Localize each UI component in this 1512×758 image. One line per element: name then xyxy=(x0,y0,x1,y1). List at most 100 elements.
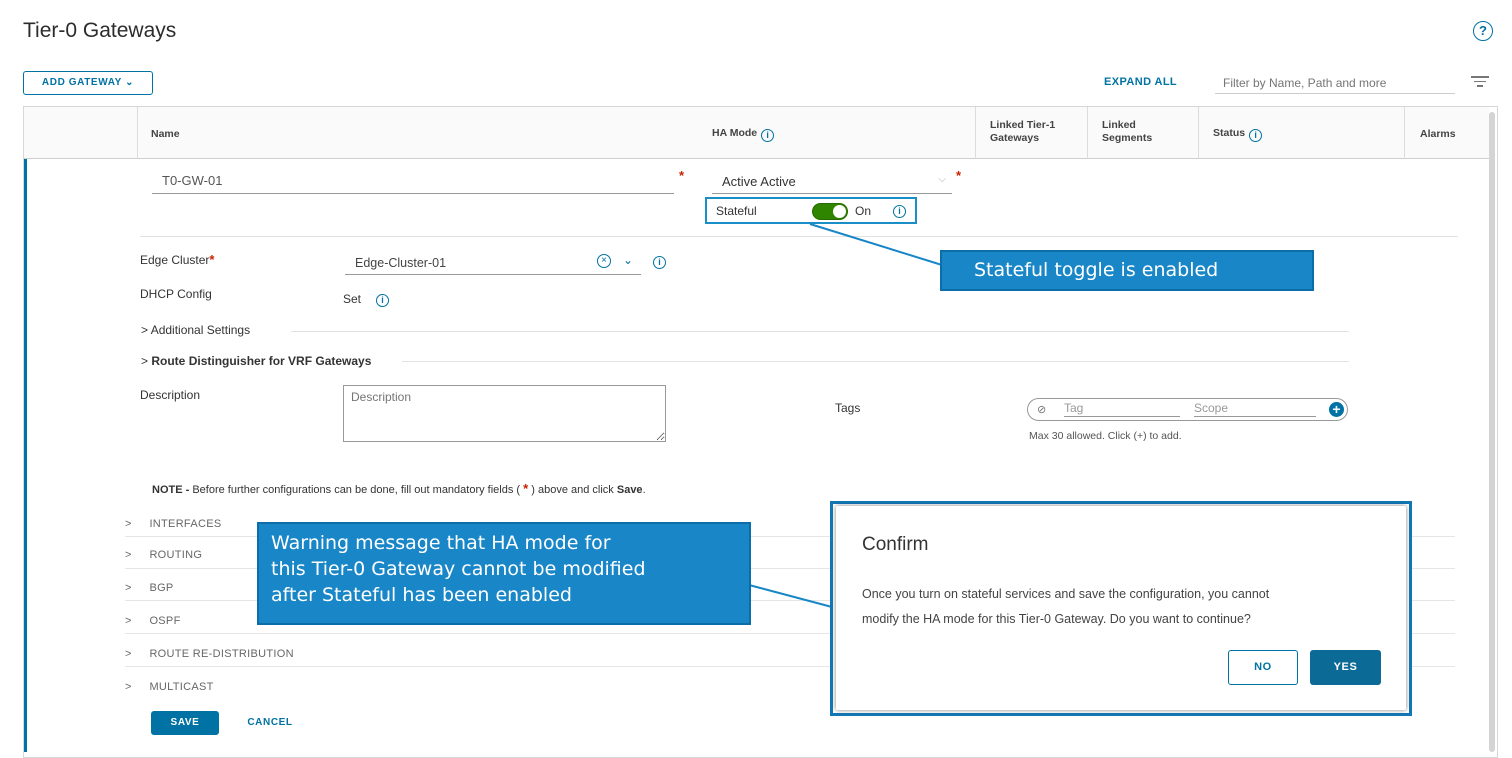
mandatory-note: NOTE - Before further configurations can… xyxy=(152,481,646,496)
edge-cluster-label-text: Edge Cluster xyxy=(140,253,210,267)
section-interfaces[interactable]: > INTERFACES xyxy=(125,514,222,532)
clear-icon[interactable]: × xyxy=(597,254,611,268)
section-label: INTERFACES xyxy=(149,518,222,530)
description-label: Description xyxy=(140,388,201,402)
help-icon[interactable]: ? xyxy=(1473,21,1493,41)
note-prefix: NOTE - xyxy=(152,484,190,496)
dialog-body-line: modify the HA mode for this Tier-0 Gatew… xyxy=(862,612,1251,626)
required-marker: * xyxy=(209,252,215,267)
confirm-dialog: Confirm Once you turn on stateful servic… xyxy=(836,506,1406,710)
section-ospf[interactable]: > OSPF xyxy=(125,611,181,629)
chevron-right-icon: > xyxy=(125,582,132,594)
section-label: ROUTING xyxy=(149,549,203,561)
required-marker: * xyxy=(679,168,685,183)
page-title: Tier-0 Gateways xyxy=(23,19,177,42)
column-ha-mode[interactable]: HA Mode i xyxy=(712,127,775,142)
toggle-knob xyxy=(833,205,846,218)
edge-cluster-select[interactable]: Edge-Cluster-01 × ⌄ xyxy=(345,249,641,275)
dialog-body-line: Once you turn on stateful services and s… xyxy=(862,587,1270,601)
chevron-right-icon: > xyxy=(125,615,132,627)
section-multicast[interactable]: > MULTICAST xyxy=(125,677,214,695)
chevron-down-icon[interactable]: ⌄ xyxy=(623,253,633,267)
info-icon[interactable]: i xyxy=(376,294,389,307)
chevron-right-icon: > xyxy=(125,549,132,561)
note-text: Before further configurations can be don… xyxy=(189,484,524,496)
expand-all-link[interactable]: EXPAND ALL xyxy=(1104,76,1177,88)
tags-input[interactable]: ⊘ Tag Scope + xyxy=(1027,398,1348,421)
section-label: OSPF xyxy=(149,615,181,627)
section-divider xyxy=(291,331,1349,332)
no-button[interactable]: NO xyxy=(1228,650,1298,685)
route-distinguisher-toggle[interactable]: > Route Distinguisher for VRF Gateways xyxy=(141,354,371,368)
column-linked-segments-line2: Segments xyxy=(1102,132,1153,144)
column-linked-tier1-line2: Gateways xyxy=(990,132,1040,144)
stateful-highlight: Stateful On i xyxy=(705,197,917,224)
chevron-down-icon: ⌵ xyxy=(938,174,946,185)
note-save: Save xyxy=(616,484,643,496)
note-text-2: ) above and click xyxy=(528,484,617,496)
description-input[interactable] xyxy=(343,385,666,442)
info-icon[interactable]: i xyxy=(653,256,666,269)
column-ha-mode-label: HA Mode xyxy=(712,127,758,139)
dhcp-config-value[interactable]: Set xyxy=(343,292,361,306)
add-tag-icon[interactable]: + xyxy=(1329,402,1344,417)
stateful-callout: Stateful toggle is enabled xyxy=(940,250,1314,291)
warning-callout: Warning message that HA mode for this Ti… xyxy=(257,522,751,625)
additional-settings-toggle[interactable]: > Additional Settings xyxy=(141,323,250,337)
scope-field[interactable]: Scope xyxy=(1194,401,1316,417)
stateful-toggle[interactable] xyxy=(812,203,848,220)
column-linked-tier1-line1: Linked Tier-1 xyxy=(990,119,1056,131)
section-routing[interactable]: > ROUTING xyxy=(125,545,202,563)
column-linked-segments[interactable]: Linked Segments xyxy=(1102,119,1152,145)
column-linked-tier1[interactable]: Linked Tier-1 Gateways xyxy=(990,119,1055,145)
edge-cluster-label: Edge Cluster* xyxy=(140,252,214,267)
tag-icon: ⊘ xyxy=(1037,404,1047,416)
column-status[interactable]: Status i xyxy=(1213,127,1263,142)
gateway-name-input[interactable]: T0-GW-01 xyxy=(152,166,674,194)
section-route-redistribution[interactable]: > ROUTE RE-DISTRIBUTION xyxy=(125,644,294,662)
required-marker: * xyxy=(956,168,962,183)
info-icon[interactable]: i xyxy=(761,129,775,142)
tags-hint: Max 30 allowed. Click (+) to add. xyxy=(1029,430,1182,442)
tags-label: Tags xyxy=(835,401,861,415)
filter-input[interactable] xyxy=(1215,72,1455,94)
edge-cluster-value: Edge-Cluster-01 xyxy=(355,256,447,270)
column-alarms[interactable]: Alarms xyxy=(1420,128,1456,141)
stateful-state: On xyxy=(855,204,872,218)
chevron-right-icon: > xyxy=(125,648,132,660)
chevron-down-icon: ⌄ xyxy=(125,77,135,88)
section-label: ROUTE RE-DISTRIBUTION xyxy=(149,648,294,660)
stateful-label: Stateful xyxy=(716,204,757,218)
info-icon[interactable]: i xyxy=(893,205,906,218)
chevron-right-icon: > xyxy=(141,323,149,337)
filter-icon[interactable] xyxy=(1470,76,1490,90)
dialog-title: Confirm xyxy=(862,534,929,555)
add-gateway-button[interactable]: ADD GATEWAY ⌄ xyxy=(23,71,153,95)
column-name[interactable]: Name xyxy=(151,128,180,141)
additional-settings-label: Additional Settings xyxy=(150,323,251,337)
chevron-right-icon: > xyxy=(141,354,149,368)
route-distinguisher-label: Route Distinguisher for VRF Gateways xyxy=(151,354,372,368)
chevron-right-icon: > xyxy=(125,681,132,693)
yes-button[interactable]: YES xyxy=(1310,650,1381,685)
section-divider xyxy=(140,236,1458,237)
dialog-body: Once you turn on stateful services and s… xyxy=(862,582,1382,632)
table-header: Name HA Mode i Linked Tier-1 Gateways Lin… xyxy=(24,107,1489,159)
column-linked-segments-line1: Linked xyxy=(1102,119,1136,131)
warning-callout-line: this Tier-0 Gateway cannot be modified xyxy=(271,558,646,580)
section-label: MULTICAST xyxy=(149,681,214,693)
column-status-label: Status xyxy=(1213,127,1246,139)
ha-mode-select[interactable]: Active Active ⌵ xyxy=(712,166,952,194)
expanded-row-accent xyxy=(24,159,27,752)
table-scrollbar[interactable] xyxy=(1489,112,1495,752)
section-divider xyxy=(402,361,1349,362)
ha-mode-value: Active Active xyxy=(722,174,796,189)
section-label: BGP xyxy=(149,582,174,594)
note-end: . xyxy=(642,484,646,496)
save-button[interactable]: SAVE xyxy=(151,711,219,735)
info-icon[interactable]: i xyxy=(1249,129,1263,142)
cancel-button[interactable]: CANCEL xyxy=(236,711,304,735)
tag-field[interactable]: Tag xyxy=(1064,401,1180,417)
section-bgp[interactable]: > BGP xyxy=(125,578,174,596)
dhcp-config-label: DHCP Config xyxy=(140,287,212,301)
